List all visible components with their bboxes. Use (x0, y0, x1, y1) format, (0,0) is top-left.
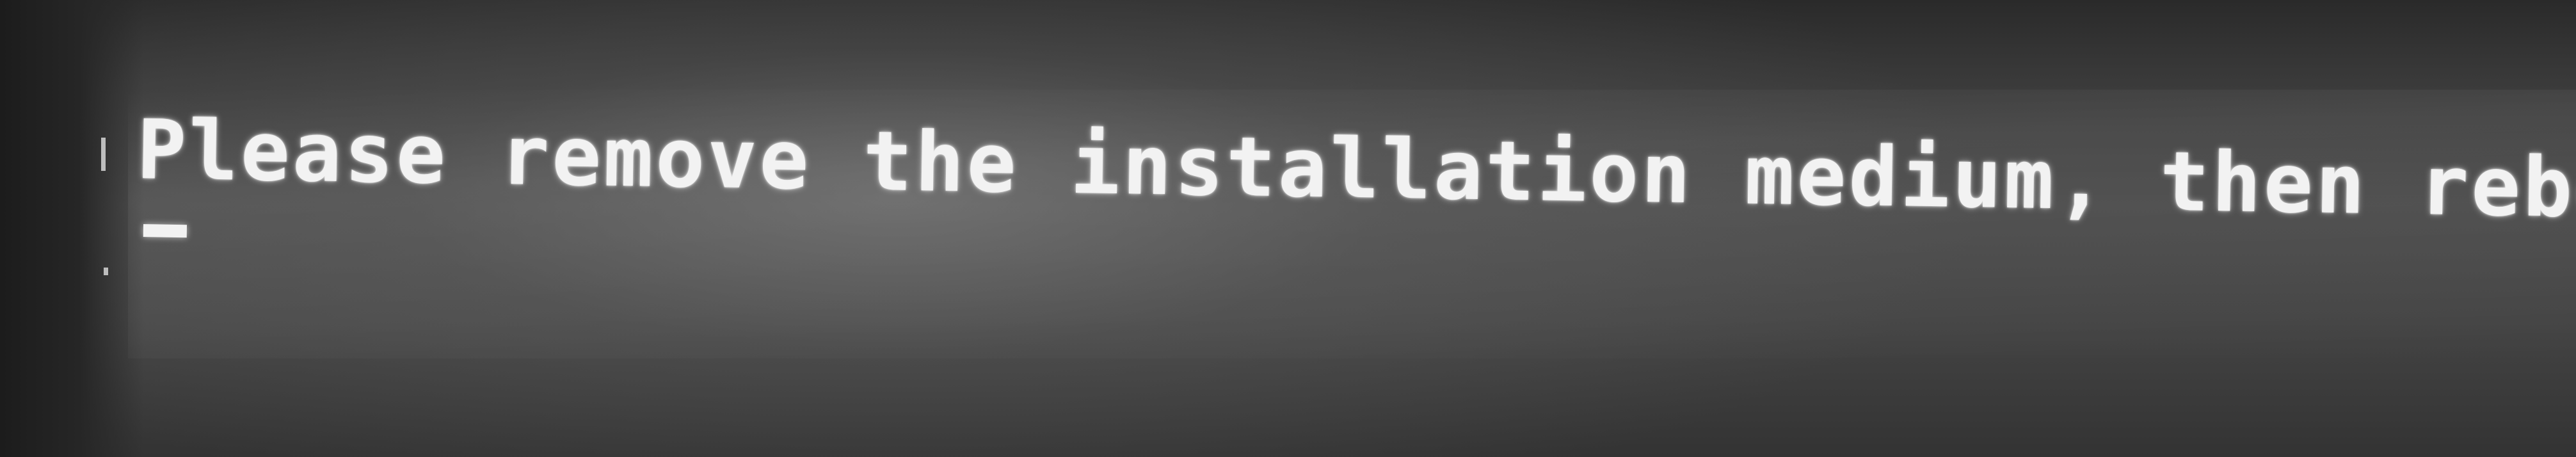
margin-mark (104, 268, 108, 275)
margin-mark (101, 138, 106, 171)
text-cursor[interactable] (143, 224, 188, 238)
terminal-output: Please remove the installation medium, t… (134, 102, 2576, 332)
console-screen: Please remove the installation medium, t… (0, 0, 2576, 457)
screen-bezel (0, 0, 144, 457)
